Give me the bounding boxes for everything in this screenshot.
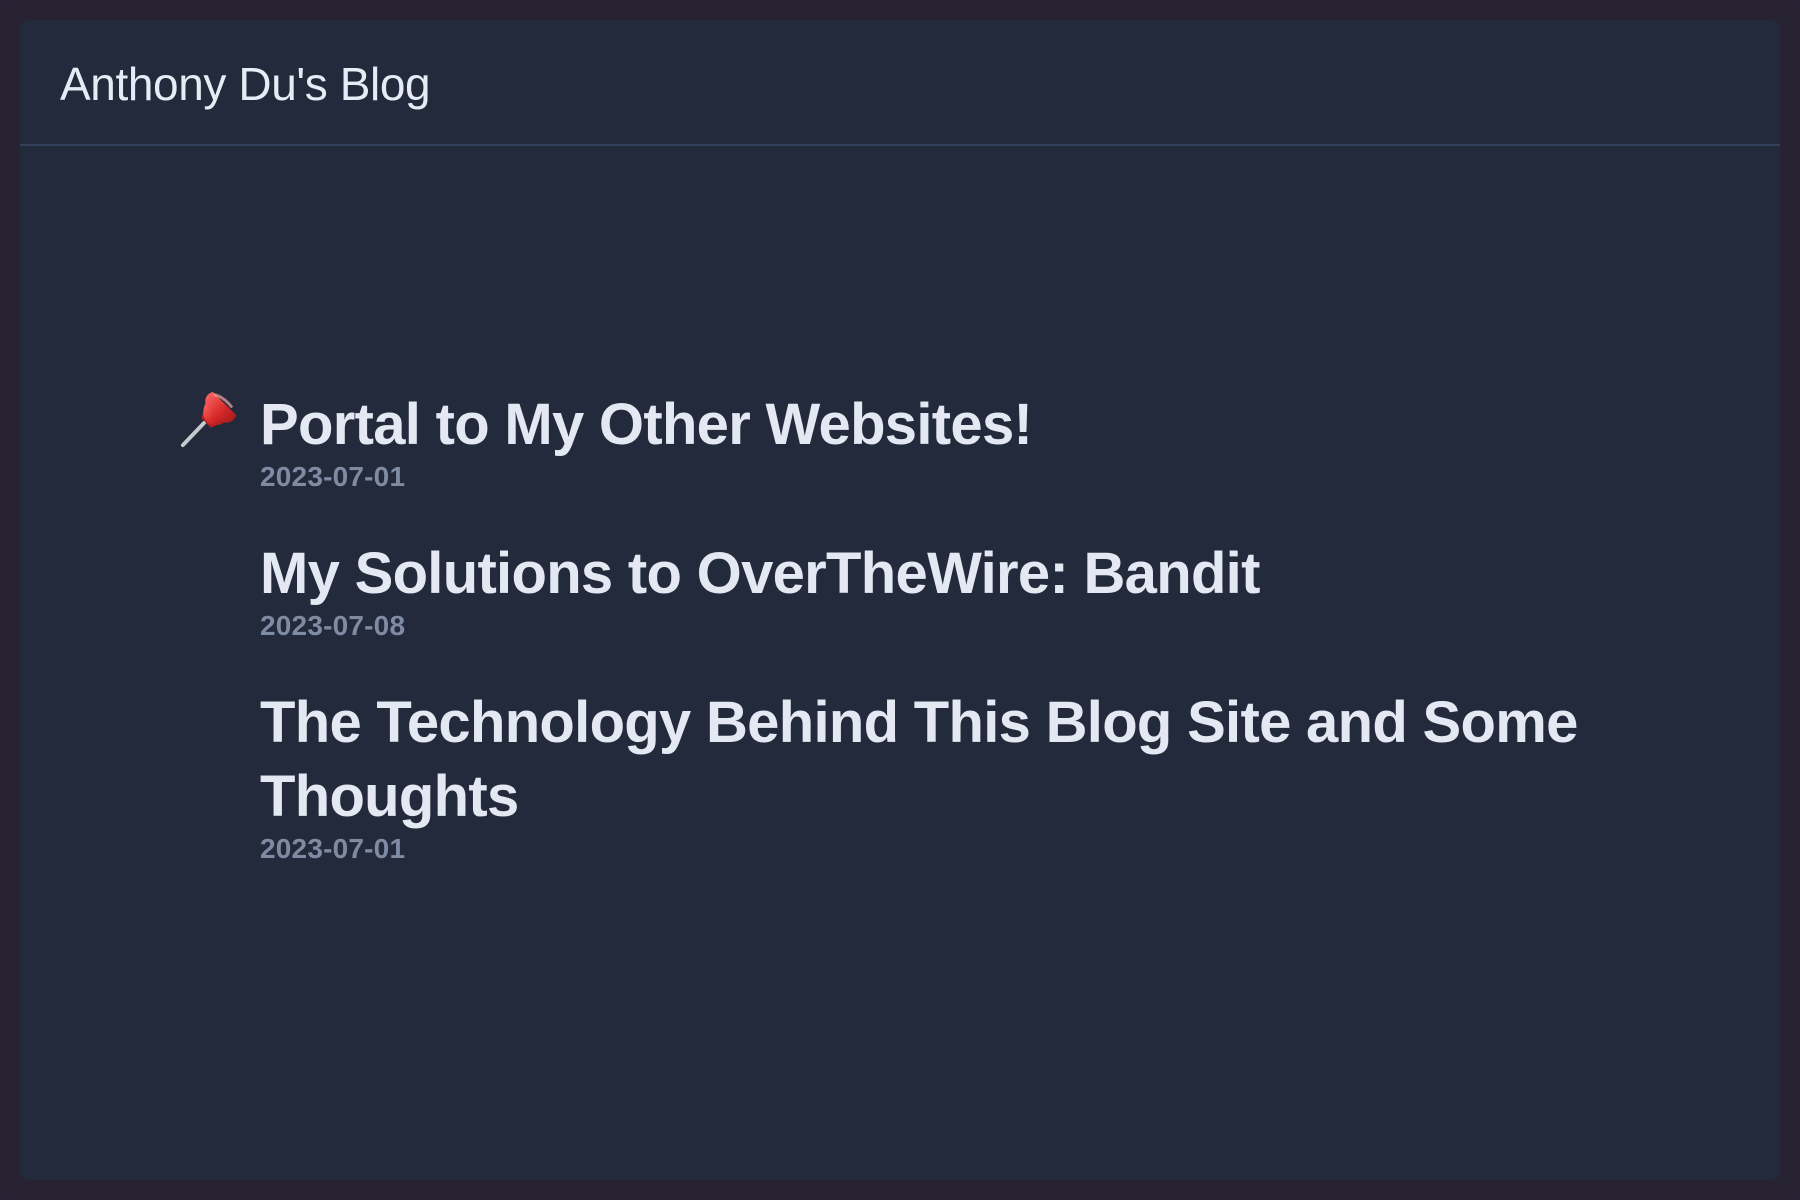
site-header: Anthony Du's Blog: [20, 20, 1780, 146]
post-item: Portal to My Other Websites! 2023-07-01: [180, 388, 1620, 493]
blog-page: Anthony Du's Blog Portal to My Other Web…: [20, 20, 1780, 1180]
post-item: My Solutions to OverTheWire: Bandit 2023…: [260, 537, 1620, 642]
pushpin-icon: [180, 391, 237, 448]
post-date: 2023-07-08: [260, 610, 406, 641]
post-title-link[interactable]: Portal to My Other Websites!: [260, 388, 1620, 462]
site-title-link[interactable]: Anthony Du's Blog: [60, 56, 431, 112]
post-list: Portal to My Other Websites! 2023-07-01 …: [180, 388, 1620, 865]
browser-window: Anthony Du's Blog Portal to My Other Web…: [0, 0, 1800, 1200]
post-item: The Technology Behind This Blog Site and…: [260, 686, 1620, 865]
post-title-link[interactable]: My Solutions to OverTheWire: Bandit: [260, 537, 1620, 611]
post-title-link[interactable]: The Technology Behind This Blog Site and…: [260, 686, 1620, 834]
post-date: 2023-07-01: [260, 833, 406, 864]
post-date: 2023-07-01: [260, 461, 406, 492]
